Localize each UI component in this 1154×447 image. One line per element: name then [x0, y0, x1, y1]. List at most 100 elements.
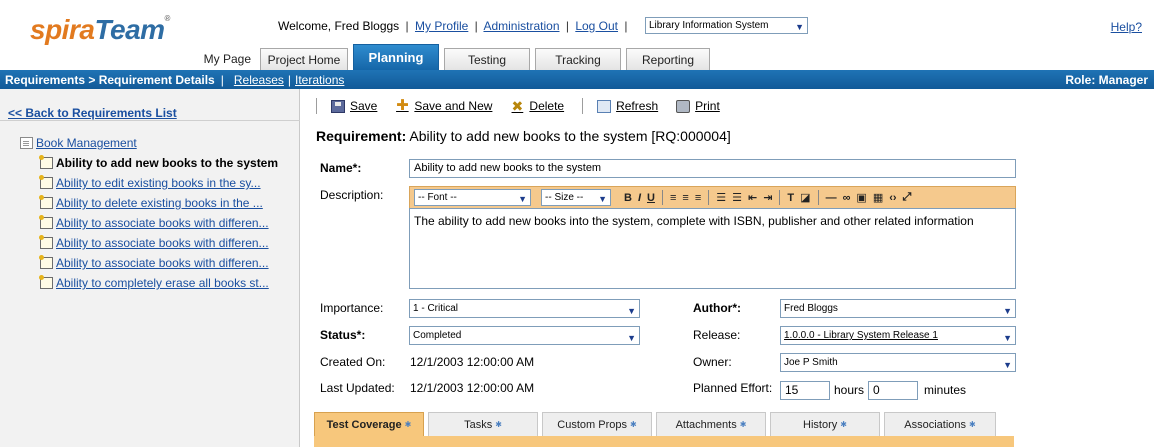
tree-item-requirement[interactable]: Ability to delete existing books in the …: [39, 195, 263, 210]
planned-effort-label: Planned Effort:: [693, 381, 773, 395]
tab-planning[interactable]: Planning: [353, 44, 439, 70]
description-label: Description:: [320, 188, 384, 202]
underline-icon[interactable]: U: [647, 192, 655, 204]
release-label: Release:: [693, 328, 741, 342]
last-updated-label: Last Updated:: [320, 381, 395, 395]
description-textarea[interactable]: The ability to add new books into the sy…: [409, 208, 1016, 289]
tab-my-page[interactable]: My Page: [198, 48, 255, 70]
main-tabs: My Page Project Home Planning Testing Tr…: [198, 44, 715, 70]
print-icon: [676, 99, 691, 113]
chevron-down-icon: ▼: [1003, 306, 1012, 316]
refresh-icon: [597, 99, 612, 113]
created-on-label: Created On:: [320, 355, 386, 369]
help-link[interactable]: Help?: [1111, 20, 1142, 34]
requirement-icon: [39, 255, 53, 269]
importance-select[interactable]: 1 - Critical ▼: [409, 299, 640, 318]
link-icon[interactable]: ∞: [843, 192, 851, 204]
logo-registered-mark: ®: [164, 14, 171, 23]
requirement-icon: [39, 275, 53, 289]
requirement-icon: [39, 235, 53, 249]
releases-link[interactable]: Releases: [234, 73, 284, 87]
tab-associations[interactable]: Associations ✱: [884, 412, 996, 436]
author-select[interactable]: Fred Bloggs ▼: [780, 299, 1016, 318]
last-updated-value: 12/1/2003 12:00:00 AM: [410, 381, 535, 395]
hours-label: hours: [834, 383, 865, 397]
indent-icon[interactable]: ⇥: [763, 191, 772, 204]
expand-icon: ✱: [495, 420, 502, 429]
administration-link[interactable]: Administration: [483, 19, 559, 33]
back-to-requirements-link[interactable]: << Back to Requirements List: [8, 106, 177, 120]
tab-history[interactable]: History ✱: [770, 412, 880, 436]
refresh-button[interactable]: Refresh: [597, 99, 658, 113]
chevron-down-icon: ▼: [627, 333, 636, 343]
name-input[interactable]: Ability to add new books to the system: [409, 159, 1016, 178]
numbered-list-icon[interactable]: ☰: [716, 191, 726, 204]
my-profile-link[interactable]: My Profile: [415, 19, 468, 33]
expand-icon: ✱: [969, 420, 976, 429]
tree-item-requirement[interactable]: Ability to add new books to the system: [39, 155, 278, 170]
save-button[interactable]: Save: [331, 99, 377, 113]
folder-document-icon: [20, 137, 33, 149]
role-label: Role: Manager: [1065, 72, 1148, 87]
delete-button[interactable]: ✖ Delete: [510, 99, 565, 114]
expand-icon: ✱: [739, 420, 747, 429]
image-icon[interactable]: ▣: [856, 191, 866, 204]
tree-item-requirement[interactable]: Ability to associate books with differen…: [39, 215, 269, 230]
requirement-label: Requirement:: [316, 128, 407, 144]
breadcrumb-bar: Requirements > Requirement Details | Rel…: [0, 70, 1154, 89]
logo-text-spira: spira: [30, 14, 95, 45]
chevron-down-icon: ▼: [627, 306, 636, 316]
tab-content-strip: [314, 436, 1014, 447]
status-select[interactable]: Completed ▼: [409, 326, 640, 345]
requirement-icon: [39, 195, 53, 209]
bold-icon[interactable]: B: [624, 192, 632, 204]
tree-item-requirement[interactable]: Ability to associate books with differen…: [39, 235, 269, 250]
table-icon[interactable]: ▦: [873, 191, 883, 204]
italic-icon[interactable]: I: [638, 192, 641, 204]
tree-item-book-management[interactable]: Book Management: [20, 136, 137, 150]
log-out-link[interactable]: Log Out: [575, 19, 618, 33]
save-and-new-button[interactable]: ✚ Save and New: [395, 98, 492, 114]
detail-tabs: Test Coverage ✱ Tasks ✱ Custom Props ✱ Atta…: [314, 412, 1000, 436]
bullet-list-icon[interactable]: ☰: [732, 191, 742, 204]
release-select[interactable]: 1.0.0.0 - Library System Release 1 ▼: [780, 326, 1016, 345]
font-select[interactable]: -- Font -- ▼: [414, 189, 531, 206]
action-toolbar: Save ✚ Save and New ✖ Delete Refresh Print: [316, 97, 738, 115]
project-select[interactable]: Library Information System ▼: [645, 17, 808, 34]
effort-hours-input[interactable]: 15: [780, 381, 830, 400]
chevron-down-icon: ▼: [518, 194, 527, 204]
align-left-icon[interactable]: ≡: [670, 192, 676, 204]
iterations-link[interactable]: Iterations: [295, 73, 344, 87]
welcome-text: Welcome, Fred Bloggs: [278, 19, 400, 33]
tree-item-requirement[interactable]: Ability to associate books with differen…: [39, 255, 269, 270]
effort-minutes-input[interactable]: 0: [868, 381, 918, 400]
size-select[interactable]: -- Size -- ▼: [541, 189, 611, 206]
source-code-icon[interactable]: ‹›: [889, 192, 896, 204]
tab-project-home[interactable]: Project Home: [260, 48, 348, 70]
highlight-color-icon[interactable]: ◪: [800, 191, 810, 204]
expand-icon: ✱: [404, 420, 412, 429]
tab-test-coverage[interactable]: Test Coverage ✱: [314, 412, 424, 436]
text-color-icon[interactable]: T: [787, 192, 794, 204]
tree-item-requirement[interactable]: Ability to edit existing books in the sy…: [39, 175, 261, 190]
tab-custom-props[interactable]: Custom Props ✱: [542, 412, 652, 436]
importance-label: Importance:: [320, 301, 384, 315]
align-center-icon[interactable]: ≡: [682, 192, 688, 204]
logo-text-team: Team: [94, 14, 165, 45]
tab-testing[interactable]: Testing: [444, 48, 530, 70]
save-icon: [331, 99, 345, 113]
print-button[interactable]: Print: [676, 99, 720, 113]
tab-tracking[interactable]: Tracking: [535, 48, 621, 70]
tab-tasks[interactable]: Tasks ✱: [428, 412, 538, 436]
requirement-icon: [39, 155, 53, 169]
tab-attachments[interactable]: Attachments ✱: [656, 412, 766, 436]
rich-text-toolbar: -- Font -- ▼ -- Size -- ▼ B I U ≡ ≡ ≡ ☰ …: [409, 186, 1016, 208]
owner-select[interactable]: Joe P Smith ▼: [780, 353, 1016, 372]
tab-reporting[interactable]: Reporting: [626, 48, 710, 70]
outdent-icon[interactable]: ⇤: [748, 191, 757, 204]
fullscreen-icon[interactable]: ⤢: [903, 191, 912, 204]
toolbar-divider: [582, 98, 584, 114]
align-right-icon[interactable]: ≡: [695, 192, 701, 204]
tree-item-requirement[interactable]: Ability to completely erase all books st…: [39, 275, 269, 290]
horizontal-rule-icon[interactable]: —: [826, 192, 837, 204]
